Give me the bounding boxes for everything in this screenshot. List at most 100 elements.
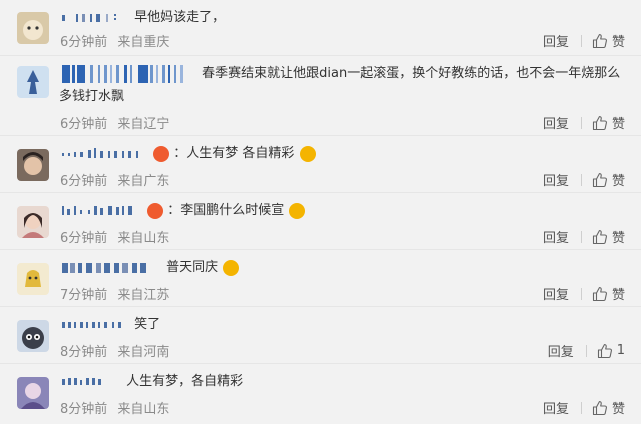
username[interactable] [60, 261, 156, 275]
comment-actions: 回复 赞 [543, 227, 625, 246]
comment-text: 笑了 [134, 317, 161, 332]
emoji-icon [299, 146, 316, 162]
reply-button[interactable]: 回复 [548, 341, 574, 360]
comment-meta: 6分钟前 来自重庆 [60, 31, 169, 50]
comment-meta: 6分钟前 来自广东 [60, 170, 169, 189]
comment-actions: 回复 赞 [543, 398, 625, 417]
comment-content: ：李国鹏什么时候宣 [60, 200, 625, 223]
comment-text: ：李国鹏什么时候宣 [167, 203, 285, 218]
avatar[interactable] [17, 377, 49, 409]
comment-content: 普天同庆 [60, 257, 625, 280]
comment-text: 普天同庆 [166, 260, 219, 275]
username[interactable] [60, 376, 106, 388]
comment-location: 来自江苏 [117, 288, 170, 303]
like-label: 赞 [611, 402, 625, 417]
comment-location: 来自山东 [117, 402, 170, 417]
comment-item: 笑了 8分钟前 来自河南 回复 1 [0, 307, 641, 364]
thumbs-up-icon [592, 115, 607, 130]
avatar[interactable] [17, 320, 49, 352]
comment-location: 来自山东 [117, 231, 170, 246]
badge-icon [147, 203, 164, 219]
like-label: 赞 [611, 117, 625, 132]
comment-item: 早他妈该走了， 6分钟前 来自重庆 回复 赞 [0, 0, 641, 56]
comment-item: ：李国鹏什么时候宣 6分钟前 来自山东 回复 赞 [0, 193, 641, 250]
comment-actions: 回复 1 [548, 341, 625, 360]
avatar[interactable] [17, 12, 49, 44]
comment-actions: 回复 赞 [543, 170, 625, 189]
reply-button[interactable]: 回复 [543, 113, 569, 132]
comment-meta: 8分钟前 来自河南 [60, 341, 169, 360]
divider [580, 116, 582, 129]
comment-text: 春季赛结束就让他跟dian一起滚蛋，换个好教练的话，也不会一年烧那么 [202, 66, 621, 81]
comment-location: 来自重庆 [117, 35, 170, 50]
comment-actions: 回复 赞 [543, 113, 625, 132]
comment-item: 人生有梦，各自精彩 8分钟前 来自山东 回复 赞 [0, 364, 641, 424]
avatar[interactable] [17, 206, 49, 238]
comment-text: 早他妈该走了， [134, 10, 226, 25]
avatar[interactable] [17, 149, 49, 181]
comment-text: ：人生有梦 各自精彩 [173, 146, 295, 161]
comment-content: 笑了 [60, 314, 625, 337]
like-button[interactable]: 赞 [592, 31, 625, 50]
like-button[interactable]: 赞 [592, 170, 625, 189]
divider [580, 287, 582, 300]
thumbs-up-icon [592, 33, 607, 48]
comment-time: 6分钟前 [60, 35, 108, 50]
thumbs-up-icon [597, 343, 612, 358]
emoji-icon [223, 260, 240, 276]
comment-item: ：人生有梦 各自精彩 6分钟前 来自广东 回复 赞 [0, 136, 641, 193]
thumbs-up-icon [592, 172, 607, 187]
comment-time: 8分钟前 [60, 402, 108, 417]
comment-time: 6分钟前 [60, 117, 108, 132]
comment-location: 来自广东 [117, 174, 170, 189]
divider [580, 401, 582, 414]
like-button[interactable]: 赞 [592, 113, 625, 132]
avatar[interactable] [17, 263, 49, 295]
comment-meta: 8分钟前 来自山东 [60, 398, 169, 417]
comment-location: 来自辽宁 [117, 117, 170, 132]
comment-time: 6分钟前 [60, 231, 108, 246]
thumbs-up-icon [592, 229, 607, 244]
comment-meta: 6分钟前 来自山东 [60, 227, 169, 246]
comment-text: 人生有梦，各自精彩 [126, 374, 244, 389]
username[interactable] [60, 63, 192, 85]
divider [580, 230, 582, 243]
like-button[interactable]: 1 [597, 343, 625, 359]
divider [585, 344, 587, 357]
emoji-icon [289, 203, 306, 219]
divider [580, 173, 582, 186]
username[interactable] [60, 12, 124, 24]
badge-icon [153, 146, 170, 162]
comment-text-continued: 多钱打水飘 [59, 88, 125, 104]
like-button[interactable]: 赞 [592, 398, 625, 417]
comment-time: 7分钟前 [60, 288, 108, 303]
reply-button[interactable]: 回复 [543, 398, 569, 417]
like-label: 赞 [611, 35, 625, 50]
comment-meta: 6分钟前 来自辽宁 [60, 113, 169, 132]
comment-content: 春季赛结束就让他跟dian一起滚蛋，换个好教练的话，也不会一年烧那么 多钱打水飘 [59, 63, 625, 108]
username[interactable] [60, 147, 146, 161]
comment-actions: 回复 赞 [543, 284, 625, 303]
username[interactable] [60, 319, 124, 331]
like-button[interactable]: 赞 [592, 284, 625, 303]
username[interactable] [60, 204, 140, 218]
reply-button[interactable]: 回复 [543, 284, 569, 303]
comment-time: 8分钟前 [60, 345, 108, 360]
like-label: 赞 [611, 288, 625, 303]
comment-meta: 7分钟前 来自江苏 [60, 284, 169, 303]
comment-actions: 回复 赞 [543, 31, 625, 50]
comment-content: 早他妈该走了， [60, 7, 625, 30]
comment-item: 普天同庆 7分钟前 来自江苏 回复 赞 [0, 250, 641, 307]
thumbs-up-icon [592, 286, 607, 301]
like-count: 1 [616, 343, 625, 358]
comment-content: ：人生有梦 各自精彩 [60, 143, 625, 166]
reply-button[interactable]: 回复 [543, 227, 569, 246]
comment-time: 6分钟前 [60, 174, 108, 189]
reply-button[interactable]: 回复 [543, 31, 569, 50]
avatar[interactable] [17, 66, 49, 98]
like-button[interactable]: 赞 [592, 227, 625, 246]
comment-location: 来自河南 [117, 345, 170, 360]
divider [580, 34, 582, 47]
reply-button[interactable]: 回复 [543, 170, 569, 189]
like-label: 赞 [611, 174, 625, 189]
